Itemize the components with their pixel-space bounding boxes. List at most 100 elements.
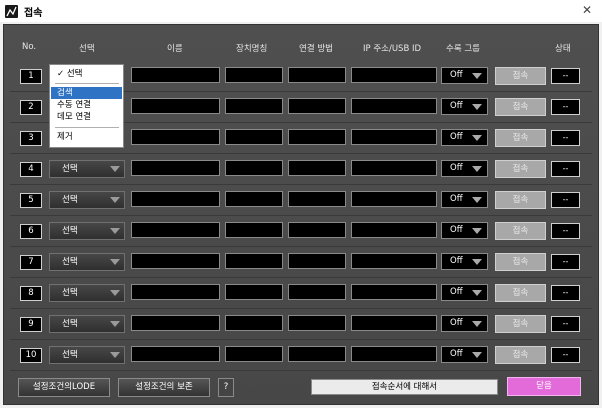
dropdown-divider xyxy=(55,83,119,84)
load-settings-button[interactable]: 설정조건의LODE xyxy=(18,378,110,397)
ip-usb-id-field[interactable] xyxy=(351,222,437,238)
select-dropdown[interactable]: 선택 xyxy=(49,191,125,209)
device-name-field[interactable] xyxy=(225,129,283,145)
select-dropdown[interactable]: 선택 xyxy=(49,160,125,178)
dropdown-item-manual-connect[interactable]: 수동 연결 xyxy=(51,99,122,111)
recording-group-select[interactable]: Off xyxy=(441,315,488,332)
device-name-field[interactable] xyxy=(225,67,283,83)
name-field[interactable] xyxy=(131,315,220,331)
ip-usb-id-field[interactable] xyxy=(351,160,437,176)
connection-method-field[interactable] xyxy=(288,346,346,362)
status-indicator: -- xyxy=(551,316,580,332)
recording-group-select[interactable]: Off xyxy=(441,346,488,363)
name-field[interactable] xyxy=(131,67,220,83)
device-name-field[interactable] xyxy=(225,98,283,114)
connect-button[interactable]: 접속 xyxy=(495,222,546,240)
recording-group-select[interactable]: Off xyxy=(441,98,488,115)
connection-method-field[interactable] xyxy=(288,67,346,83)
connection-method-field[interactable] xyxy=(288,160,346,176)
connect-button[interactable]: 접속 xyxy=(495,160,546,178)
recording-group-select[interactable]: Off xyxy=(441,129,488,146)
ip-usb-id-field[interactable] xyxy=(351,346,437,362)
dropdown-item-select[interactable]: ✓ 선택 xyxy=(51,68,122,80)
connection-order-info[interactable]: 접속순서에 대해서 xyxy=(311,379,498,395)
close-button[interactable]: 닫음 xyxy=(507,377,581,396)
connection-method-field[interactable] xyxy=(288,129,346,145)
connect-button[interactable]: 접속 xyxy=(495,284,546,302)
device-name-field[interactable] xyxy=(225,315,283,331)
ip-usb-id-field[interactable] xyxy=(351,253,437,269)
row-number: 7 xyxy=(20,255,42,270)
recording-group-select[interactable]: Off xyxy=(441,253,488,270)
status-indicator: -- xyxy=(551,223,580,239)
row-number: 8 xyxy=(20,286,42,301)
device-name-field[interactable] xyxy=(225,253,283,269)
header-no: No. xyxy=(22,42,37,52)
device-name-field[interactable] xyxy=(225,191,283,207)
connection-method-field[interactable] xyxy=(288,98,346,114)
connect-button[interactable]: 접속 xyxy=(495,129,546,147)
recording-group-select[interactable]: Off xyxy=(441,160,488,177)
title-bar: 접속 ✕ xyxy=(0,0,602,22)
connection-method-field[interactable] xyxy=(288,284,346,300)
dropdown-arrow-icon xyxy=(472,104,482,110)
device-name-field[interactable] xyxy=(225,160,283,176)
help-button[interactable]: ? xyxy=(218,378,234,397)
ip-usb-id-field[interactable] xyxy=(351,284,437,300)
table-row: 10 선택 Off 접속 -- xyxy=(0,344,602,371)
select-dropdown[interactable]: 선택 xyxy=(49,253,125,271)
save-settings-button[interactable]: 설정조건의 보존 xyxy=(118,378,210,397)
dropdown-arrow-icon xyxy=(472,228,482,234)
ip-usb-id-field[interactable] xyxy=(351,98,437,114)
name-field[interactable] xyxy=(131,98,220,114)
row-number: 1 xyxy=(20,69,42,84)
dropdown-item-remove[interactable]: 제거 xyxy=(51,131,122,143)
ip-usb-id-field[interactable] xyxy=(351,67,437,83)
ip-usb-id-field[interactable] xyxy=(351,129,437,145)
recording-group-select[interactable]: Off xyxy=(441,67,488,84)
connection-method-field[interactable] xyxy=(288,191,346,207)
name-field[interactable] xyxy=(131,346,220,362)
connect-button[interactable]: 접속 xyxy=(495,191,546,209)
name-field[interactable] xyxy=(131,253,220,269)
header-name: 이름 xyxy=(167,44,183,54)
select-label: 선택 xyxy=(62,195,78,205)
row-divider xyxy=(10,370,592,371)
connect-button[interactable]: 접속 xyxy=(495,98,546,116)
device-name-field[interactable] xyxy=(225,222,283,238)
connect-button[interactable]: 접속 xyxy=(495,253,546,271)
select-dropdown[interactable]: 선택 xyxy=(49,222,125,240)
window-close-icon[interactable]: ✕ xyxy=(580,3,594,17)
row-number: 10 xyxy=(20,348,42,363)
select-dropdown[interactable]: 선택 xyxy=(49,346,125,364)
dropdown-item-search[interactable]: 검색 xyxy=(51,87,122,99)
status-indicator: -- xyxy=(551,99,580,115)
select-dropdown[interactable]: 선택 xyxy=(49,315,125,333)
connect-button[interactable]: 접속 xyxy=(495,67,546,85)
recording-group-select[interactable]: Off xyxy=(441,222,488,239)
connection-method-field[interactable] xyxy=(288,222,346,238)
connection-method-field[interactable] xyxy=(288,253,346,269)
ip-usb-id-field[interactable] xyxy=(351,191,437,207)
dropdown-item-demo-connect[interactable]: 데모 연결 xyxy=(51,111,122,123)
name-field[interactable] xyxy=(131,191,220,207)
select-dropdown[interactable]: 선택 xyxy=(49,284,125,302)
row-divider xyxy=(10,153,592,154)
dropdown-arrow-icon xyxy=(110,352,120,358)
name-field[interactable] xyxy=(131,160,220,176)
connection-method-field[interactable] xyxy=(288,315,346,331)
group-value: Off xyxy=(450,287,463,297)
row-divider xyxy=(10,308,592,309)
select-label: 선택 xyxy=(62,288,78,298)
ip-usb-id-field[interactable] xyxy=(351,315,437,331)
dropdown-arrow-icon xyxy=(472,352,482,358)
device-name-field[interactable] xyxy=(225,346,283,362)
device-name-field[interactable] xyxy=(225,284,283,300)
connect-button[interactable]: 접속 xyxy=(495,346,546,364)
name-field[interactable] xyxy=(131,129,220,145)
recording-group-select[interactable]: Off xyxy=(441,191,488,208)
name-field[interactable] xyxy=(131,284,220,300)
recording-group-select[interactable]: Off xyxy=(441,284,488,301)
name-field[interactable] xyxy=(131,222,220,238)
connect-button[interactable]: 접속 xyxy=(495,315,546,333)
